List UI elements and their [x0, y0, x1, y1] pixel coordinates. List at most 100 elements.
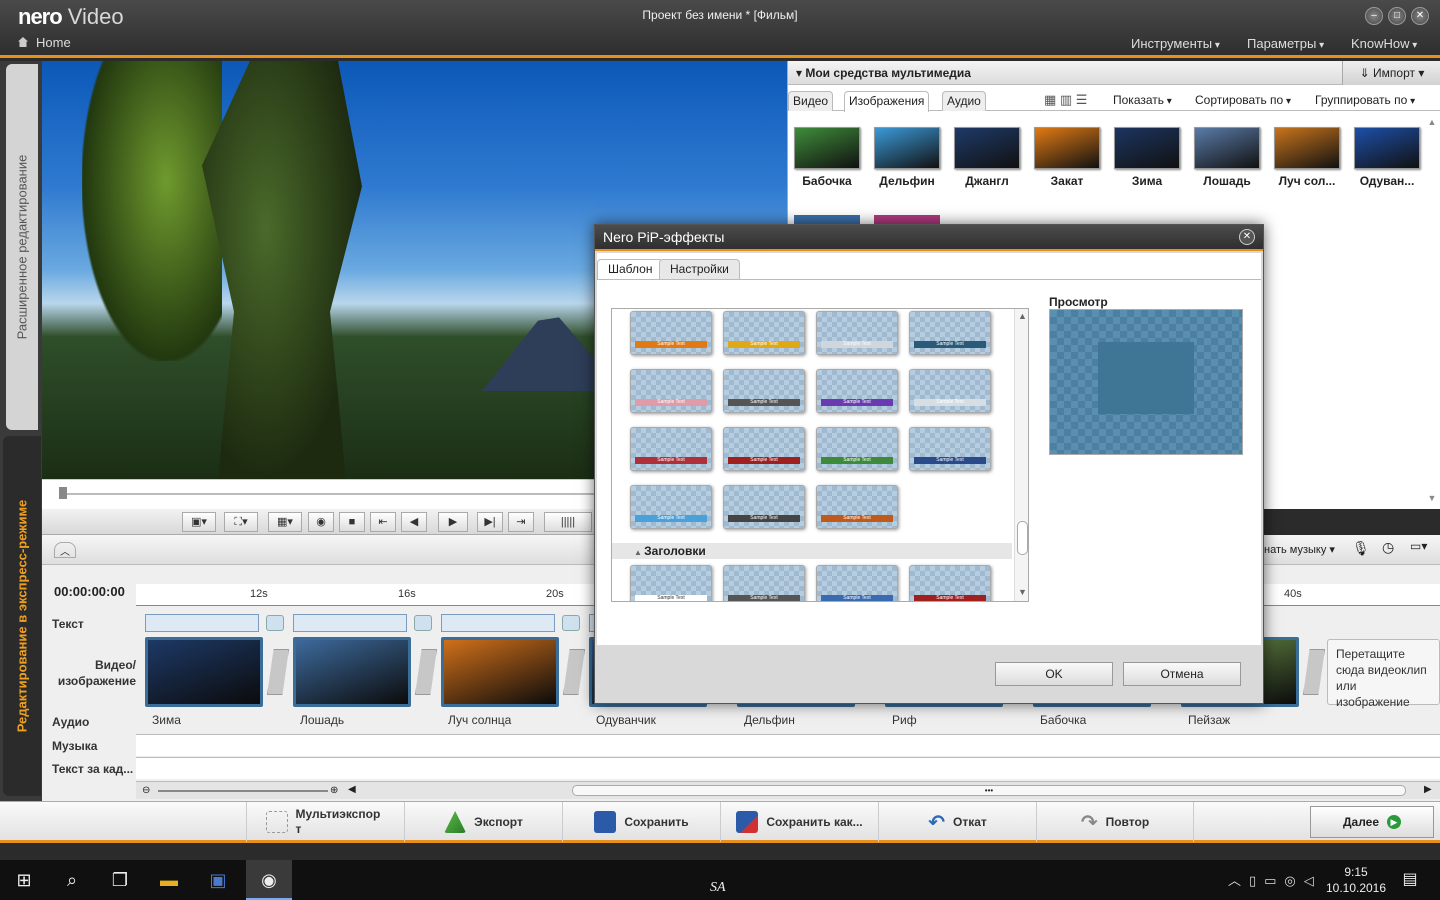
text-track-slot[interactable] [441, 614, 555, 632]
stop-icon[interactable]: ■ [339, 512, 365, 532]
view-mode-icons[interactable]: ▦ ▥ ☰ [1044, 92, 1087, 108]
transition-slot[interactable] [415, 649, 437, 695]
video-clip[interactable] [293, 637, 411, 707]
fullscreen-icon[interactable]: ⛶▾ [224, 512, 258, 532]
microphone-icon[interactable]: 🎙 [1352, 540, 1370, 557]
media-thumb[interactable] [1354, 127, 1420, 169]
minimize-button[interactable]: – [1365, 7, 1383, 25]
find-music-dropdown[interactable]: нать музыку ▾ [1264, 543, 1335, 556]
show-dropdown[interactable]: Показать [1113, 93, 1172, 107]
step-back-icon[interactable]: ◀ [401, 512, 427, 532]
text-track-slot[interactable] [145, 614, 259, 632]
menu-knowhow[interactable]: KnowHow [1351, 36, 1417, 51]
file-explorer-icon[interactable]: ▬ [157, 868, 181, 892]
media-thumb[interactable] [1114, 127, 1180, 169]
redo-button[interactable]: ↷ Повтор [1036, 802, 1194, 842]
video-clip[interactable] [441, 637, 559, 707]
cancel-button[interactable]: Отмена [1123, 662, 1241, 686]
media-title[interactable]: ▾ Мои средства мультимедиа [796, 66, 971, 80]
template-thumb[interactable]: Sample Text [909, 565, 991, 601]
home-link[interactable]: Home [18, 35, 71, 50]
template-thumb[interactable]: Sample Text [723, 369, 805, 413]
template-thumb[interactable]: Sample Text [630, 369, 712, 413]
template-thumb[interactable]: Sample Text [816, 565, 898, 601]
media-thumb[interactable] [1194, 127, 1260, 169]
app-save-icon[interactable]: ▣ [206, 868, 230, 892]
media-thumb[interactable] [954, 127, 1020, 169]
template-thumb[interactable]: Sample Text [630, 565, 712, 601]
scroll-left-icon[interactable]: ◀ [348, 784, 356, 795]
scroll-right-icon[interactable]: ▶ [1424, 784, 1432, 795]
sort-dropdown[interactable]: Сортировать по [1195, 93, 1291, 107]
tray-icons[interactable]: ︿▯▭◎◁ [1228, 870, 1322, 889]
zoom-slider[interactable] [158, 790, 328, 792]
group-dropdown[interactable]: Группировать по [1315, 93, 1415, 107]
transition-slot[interactable] [1303, 649, 1325, 695]
tab-video[interactable]: Видео [788, 91, 834, 111]
play-icon[interactable]: ▶ [438, 512, 468, 532]
timer-icon[interactable]: ◷ [1382, 539, 1394, 556]
template-thumb[interactable]: Sample Text [909, 311, 991, 355]
template-thumb[interactable]: Sample Text [723, 485, 805, 529]
import-button[interactable]: ⇓ Импорт ▾ [1342, 61, 1440, 85]
ok-button[interactable]: OK [995, 662, 1113, 686]
search-icon[interactable]: ⌕ [60, 868, 84, 892]
link-icon[interactable] [414, 615, 432, 631]
jog-wheel[interactable]: ||||| [544, 512, 592, 532]
scroll-thumb[interactable]: ••• [572, 785, 1406, 796]
seek-handle[interactable] [59, 487, 67, 499]
windows-start-icon[interactable]: ⊞ [12, 868, 36, 892]
video-clip[interactable] [145, 637, 263, 707]
template-thumb[interactable]: Sample Text [723, 427, 805, 471]
transition-slot[interactable] [267, 649, 289, 695]
link-icon[interactable] [266, 615, 284, 631]
zoom-out-icon[interactable]: ⊖ [142, 785, 150, 796]
media-scrollbar[interactable]: ▲ ▼ [1425, 117, 1439, 507]
scroll-up-icon[interactable]: ▲ [1018, 311, 1027, 321]
notifications-icon[interactable]: ▤ [1398, 868, 1422, 892]
display-mode-icon[interactable]: ▣▾ [182, 512, 216, 532]
menu-options[interactable]: Параметры [1247, 36, 1324, 51]
menu-tools[interactable]: Инструменты [1131, 36, 1220, 51]
tab-audio[interactable]: Аудио [942, 91, 986, 111]
express-mode-tab[interactable]: Редактирование в экспресс-режиме [3, 436, 41, 796]
step-forward-icon[interactable]: ▶| [477, 512, 503, 532]
snapshot-icon[interactable]: ◉ [308, 512, 334, 532]
media-thumb[interactable] [874, 127, 940, 169]
scroll-down-icon[interactable]: ▼ [1018, 587, 1027, 597]
template-thumb[interactable]: Sample Text [630, 427, 712, 471]
undo-button[interactable]: ↶ Откат [878, 802, 1036, 842]
multiexport-button[interactable]: Мультиэкспор т [246, 802, 404, 842]
close-button[interactable]: ✕ [1411, 7, 1429, 25]
goto-end-icon[interactable]: ⇥ [508, 512, 534, 532]
link-icon[interactable] [562, 615, 580, 631]
clock[interactable]: 9:15 10.10.2016 [1318, 864, 1394, 896]
caption-track[interactable] [136, 757, 1440, 779]
collapse-icon[interactable]: ︿ [54, 542, 76, 558]
scroll-thumb[interactable] [1017, 521, 1028, 555]
text-track-slot[interactable] [293, 614, 407, 632]
save-button[interactable]: Сохранить [562, 802, 720, 842]
save-as-button[interactable]: Сохранить как... [720, 802, 878, 842]
template-thumb[interactable]: Sample Text [630, 485, 712, 529]
export-button[interactable]: Экспорт [404, 802, 562, 842]
task-view-icon[interactable]: ❐ [108, 868, 132, 892]
template-thumb[interactable]: Sample Text [723, 565, 805, 601]
template-thumb[interactable]: Sample Text [816, 369, 898, 413]
media-thumb[interactable] [1274, 127, 1340, 169]
group-header[interactable]: ▲ Заголовки [612, 543, 1012, 559]
advanced-mode-tab[interactable]: Расширенное редактирование [6, 64, 38, 430]
template-thumb[interactable]: Sample Text [816, 485, 898, 529]
template-thumb[interactable]: Sample Text [909, 427, 991, 471]
tab-images[interactable]: Изображения [844, 91, 930, 112]
music-track[interactable] [136, 734, 1440, 756]
tab-template[interactable]: Шаблон [597, 259, 664, 279]
media-thumb[interactable] [794, 127, 860, 169]
next-button[interactable]: Далее ▶ [1310, 806, 1434, 838]
template-thumb[interactable]: Sample Text [723, 311, 805, 355]
media-thumb[interactable] [1034, 127, 1100, 169]
aspect-icon[interactable]: ▦▾ [268, 512, 302, 532]
dialog-close-icon[interactable]: ✕ [1239, 229, 1255, 245]
maximize-button[interactable]: □ [1388, 7, 1406, 25]
template-thumb[interactable]: Sample Text [816, 427, 898, 471]
